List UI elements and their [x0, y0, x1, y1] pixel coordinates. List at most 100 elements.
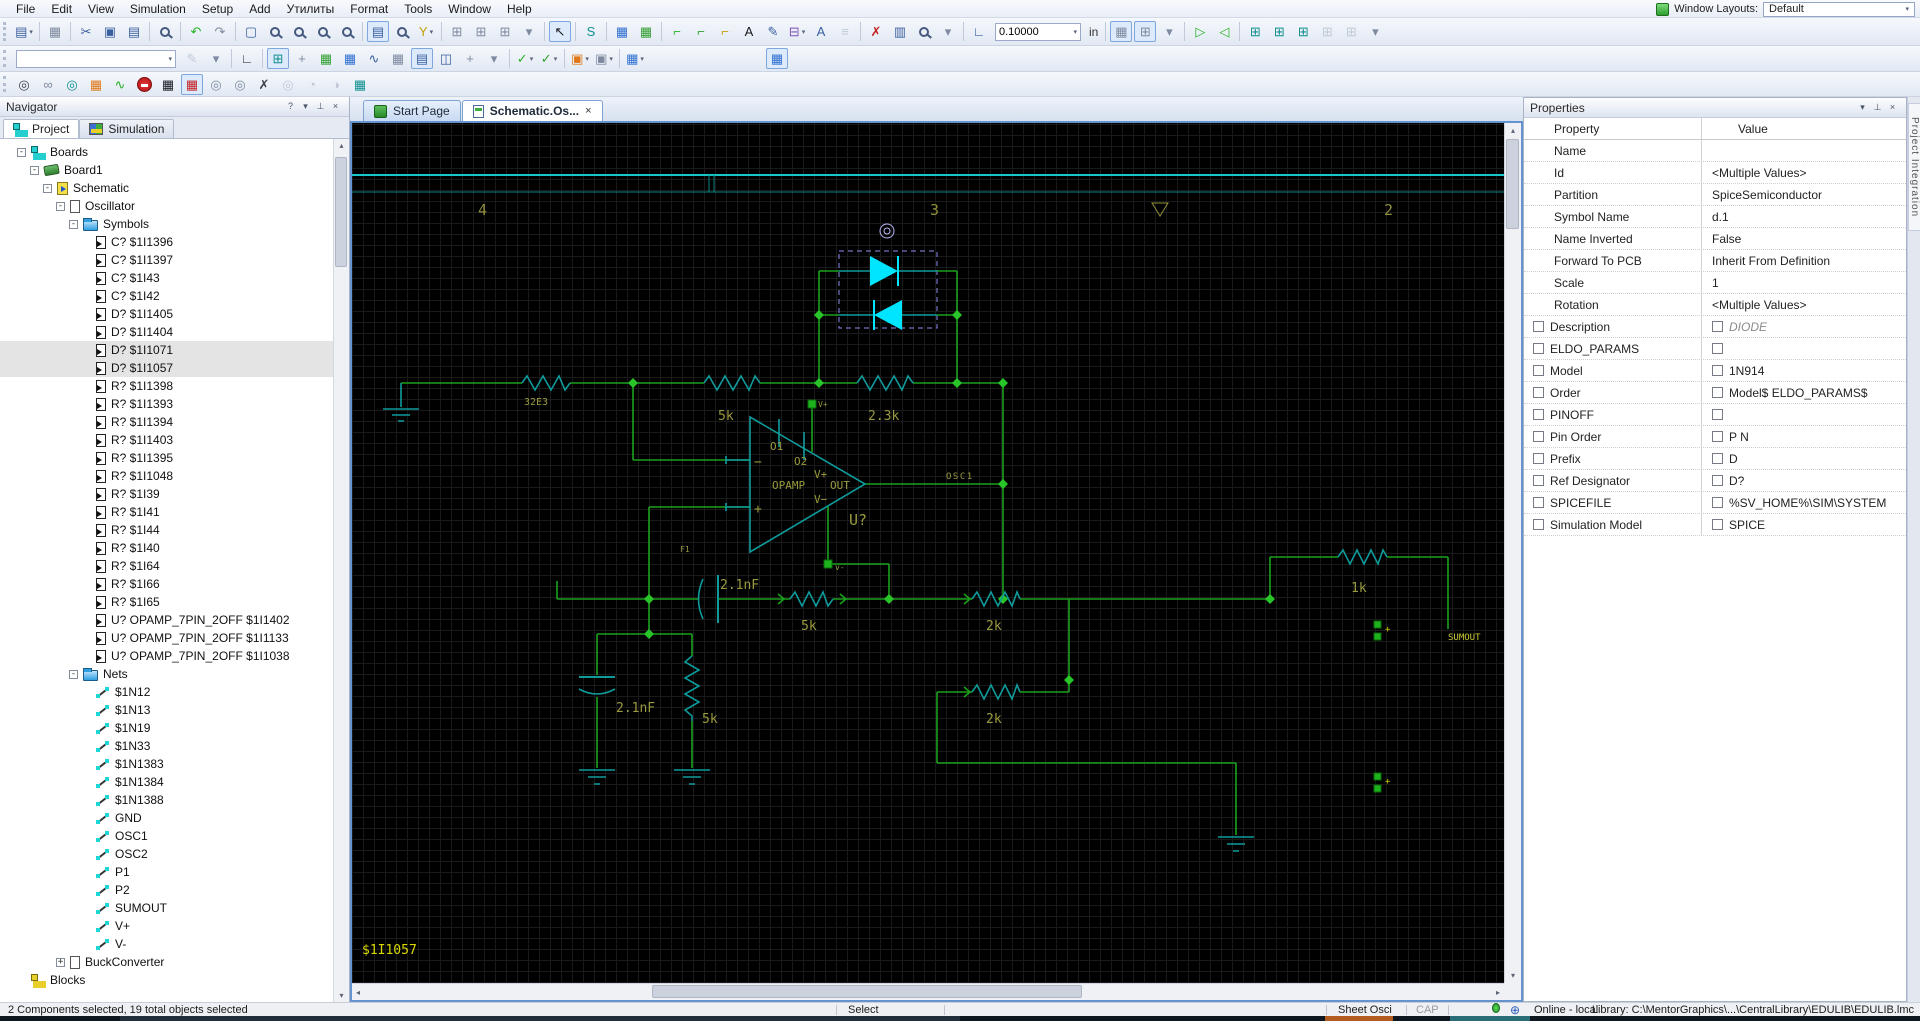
verify-button[interactable]: ✓ ▾ — [514, 48, 536, 69]
property-value-cell[interactable]: 1N914 — [1702, 364, 1906, 378]
property-value-cell[interactable]: d.1 — [1702, 210, 1906, 224]
tree-item[interactable]: R? $1I41 — [0, 503, 333, 521]
menu-utilities[interactable]: Утилиты — [279, 0, 343, 18]
tools-view-button[interactable]: + — [291, 48, 313, 69]
link-down-button[interactable]: ⊞ — [470, 21, 492, 42]
tree-item[interactable]: R? $1I1398 — [0, 377, 333, 395]
value-checkbox[interactable] — [1712, 365, 1723, 376]
part-view-button[interactable]: ▦ — [339, 48, 361, 69]
tree-item[interactable]: - Oscillator — [0, 197, 333, 215]
tree-item[interactable]: R? $1I1393 — [0, 395, 333, 413]
tree-item[interactable]: R? $1I1395 — [0, 449, 333, 467]
property-value-cell[interactable] — [1702, 343, 1906, 354]
probe-voltage-button[interactable]: ◎ — [205, 74, 227, 95]
menu-setup[interactable]: Setup — [194, 0, 241, 18]
tree-item[interactable]: SUMOUT — [0, 899, 333, 917]
property-value-cell[interactable]: DIODE — [1702, 320, 1906, 334]
tree-item[interactable]: D? $1I1057 — [0, 359, 333, 377]
tree-item[interactable]: OSC2 — [0, 845, 333, 863]
property-row[interactable]: Rotation <Multiple Values> — [1524, 294, 1906, 316]
menu-window[interactable]: Window — [440, 0, 499, 18]
tree-item[interactable]: R? $1I1048 — [0, 467, 333, 485]
scroll-thumb[interactable] — [335, 157, 347, 267]
output-view-button[interactable]: ▤ — [411, 48, 433, 69]
scroll-thumb[interactable] — [652, 985, 1082, 998]
tree-item[interactable]: P1 — [0, 863, 333, 881]
zoom-select-button[interactable] — [336, 21, 358, 42]
schematic-canvas[interactable]: 4 3 2 32E3 5k 2.3k O1 O2 V+ OUT V− OPAMP… — [352, 123, 1504, 983]
run-analysis-button[interactable]: ∿ — [109, 74, 131, 95]
overflow-5-button[interactable]: ▾ — [205, 48, 227, 69]
pin-icon[interactable]: ⊥ — [1870, 102, 1885, 113]
settings-tool-button[interactable]: ▣ ▾ — [593, 48, 615, 69]
property-row[interactable]: Name Inverted False — [1524, 228, 1906, 250]
tree-item[interactable]: R? $1I44 — [0, 521, 333, 539]
tree-item[interactable]: R? $1I65 — [0, 593, 333, 611]
scroll-left-icon[interactable]: ◂ — [356, 988, 360, 997]
property-row[interactable]: ELDO_PARAMS — [1524, 338, 1906, 360]
menu-format[interactable]: Format — [342, 0, 396, 18]
tree-item[interactable]: R? $1I66 — [0, 575, 333, 593]
snap-grid-button[interactable]: ∟ — [968, 21, 990, 42]
grid-size-combo[interactable] — [999, 25, 1072, 38]
property-row[interactable]: Description DIODE — [1524, 316, 1906, 338]
overflow-6-button[interactable]: ▾ — [483, 48, 505, 69]
meter-2-button[interactable]: ◑ — [325, 74, 347, 95]
delete-button[interactable]: ✗ — [865, 21, 887, 42]
inspect-button[interactable]: ∞ — [37, 74, 59, 95]
corner-mode-button[interactable]: ∟ — [236, 48, 258, 69]
property-checkbox[interactable] — [1533, 365, 1544, 376]
property-checkbox[interactable] — [1533, 387, 1544, 398]
property-checkbox[interactable] — [1533, 321, 1544, 332]
value-checkbox[interactable] — [1712, 431, 1723, 442]
tree-item[interactable]: V- — [0, 935, 333, 953]
property-checkbox[interactable] — [1533, 519, 1544, 530]
pin-icon[interactable]: ⊥ — [313, 101, 328, 112]
verify-all-button[interactable]: ✓ ▾ — [538, 48, 560, 69]
link-up-button[interactable]: ⊞ — [446, 21, 468, 42]
property-value-cell[interactable]: Inherit From Definition — [1702, 254, 1906, 268]
tree-item[interactable]: D? $1I1071 — [0, 341, 333, 359]
property-row[interactable]: Ref Designator D? — [1524, 470, 1906, 492]
package-button[interactable]: ▦ ▾ — [624, 48, 646, 69]
close-icon[interactable]: × — [585, 105, 591, 117]
doc-find-button[interactable] — [391, 21, 413, 42]
close-icon[interactable]: × — [1885, 102, 1900, 113]
tree-item[interactable]: $1N1388 — [0, 791, 333, 809]
property-row[interactable]: Scale 1 — [1524, 272, 1906, 294]
property-row[interactable]: Prefix D — [1524, 448, 1906, 470]
scroll-down-icon[interactable]: ▾ — [339, 991, 343, 1000]
property-checkbox[interactable] — [1533, 453, 1544, 464]
navigator-view-button[interactable]: ⊞ — [267, 48, 289, 69]
tree-item[interactable]: OSC1 — [0, 827, 333, 845]
grid-snap-button[interactable]: ⊞ — [1134, 21, 1157, 42]
filter-edit-button[interactable]: ✎ — [181, 48, 203, 69]
find-button[interactable] — [154, 21, 176, 42]
tree-item[interactable]: D? $1I1404 — [0, 323, 333, 341]
tree-item[interactable]: C? $1I1396 — [0, 233, 333, 251]
tree-item[interactable]: - Board1 — [0, 161, 333, 179]
navigator-scrollbar[interactable]: ▴ ▾ — [333, 139, 349, 1002]
menu-tools[interactable]: Tools — [396, 0, 440, 18]
property-row[interactable]: Name — [1524, 140, 1906, 162]
tab-project-integration[interactable]: Project Integration — [1908, 103, 1920, 231]
tree-item[interactable]: - Nets — [0, 665, 333, 683]
waveform-view-button[interactable]: ∿ — [363, 48, 385, 69]
add-net-ortho-button[interactable]: ⌐ — [690, 21, 712, 42]
property-row[interactable]: Order Model$ ELDO_PARAMS$ — [1524, 382, 1906, 404]
property-value-cell[interactable]: Model$ ELDO_PARAMS$ — [1702, 386, 1906, 400]
paste-special-button[interactable]: ▤ ▾ — [13, 21, 35, 42]
flip-vertical-button[interactable]: ◁ — [1213, 21, 1235, 42]
probe-net-button[interactable]: ◎ — [13, 74, 35, 95]
property-checkbox[interactable] — [1533, 431, 1544, 442]
chevron-down-icon[interactable]: ▾ — [1855, 102, 1870, 113]
property-value-cell[interactable]: P N — [1702, 430, 1906, 444]
property-value-cell[interactable]: SPICE — [1702, 518, 1906, 532]
redo-button[interactable]: ↷ — [209, 21, 231, 42]
property-row[interactable]: Model 1N914 — [1524, 360, 1906, 382]
property-row[interactable]: Pin Order P N — [1524, 426, 1906, 448]
tree-item[interactable]: - Symbols — [0, 215, 333, 233]
expand-toggle-icon[interactable]: + — [56, 957, 65, 967]
align-middle-button[interactable]: ⊞ — [1268, 21, 1290, 42]
chevron-down-icon[interactable]: ▾ — [298, 101, 313, 112]
